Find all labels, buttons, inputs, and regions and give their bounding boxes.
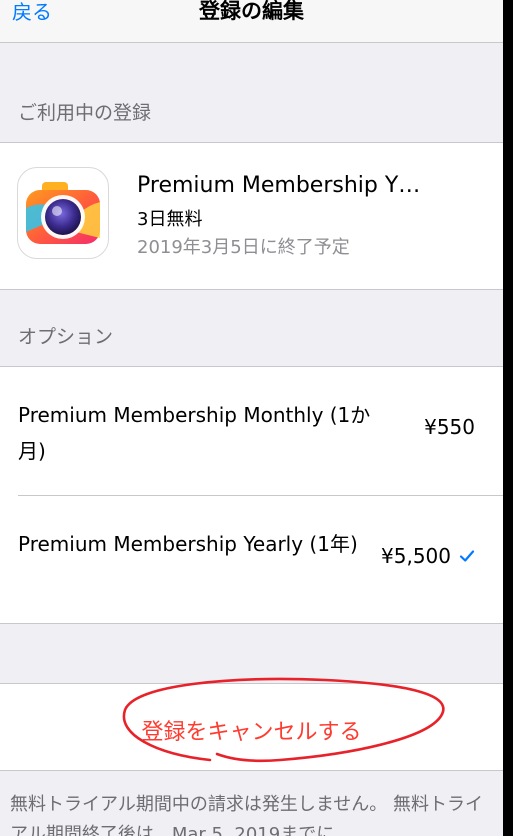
option-monthly-price: ¥550: [424, 415, 475, 439]
current-subscription-card: Premium Membership Y… 3日無料 2019年3月5日に終了予…: [0, 142, 503, 290]
navigation-bar: 戻る 登録の編集: [0, 0, 503, 43]
footer-note: 無料トライアル期間中の請求は発生しません。 無料トライアル期間終了後は、Mar …: [10, 794, 483, 836]
checkmark-icon: [459, 550, 475, 562]
page-title: 登録の編集: [199, 0, 304, 23]
option-yearly-label: Premium Membership Yearly (1年): [18, 532, 358, 556]
screen: 戻る 登録の編集 ご利用中の登録 Premium Membership Y… 3…: [0, 0, 513, 836]
cancel-subscription-button[interactable]: 登録をキャンセルする: [0, 714, 503, 746]
option-monthly-label: Premium Membership Monthly (1か月): [18, 403, 371, 463]
option-yearly[interactable]: Premium Membership Yearly (1年) ¥5,500: [0, 496, 503, 623]
cancel-card: 登録をキャンセルする: [0, 683, 503, 771]
option-yearly-price: ¥5,500: [381, 544, 451, 568]
options-header: オプション: [18, 326, 114, 348]
screen-edge: [503, 0, 513, 836]
option-monthly[interactable]: Premium Membership Monthly (1か月) ¥550: [0, 367, 503, 496]
camera-app-icon: [17, 167, 109, 259]
options-list: Premium Membership Monthly (1か月) ¥550 Pr…: [0, 366, 503, 624]
subscription-name: Premium Membership Y…: [137, 173, 421, 198]
subscription-trial: 3日無料: [137, 209, 203, 230]
subscription-expiry: 2019年3月5日に終了予定: [137, 237, 350, 258]
current-subscription-header: ご利用中の登録: [18, 102, 152, 124]
